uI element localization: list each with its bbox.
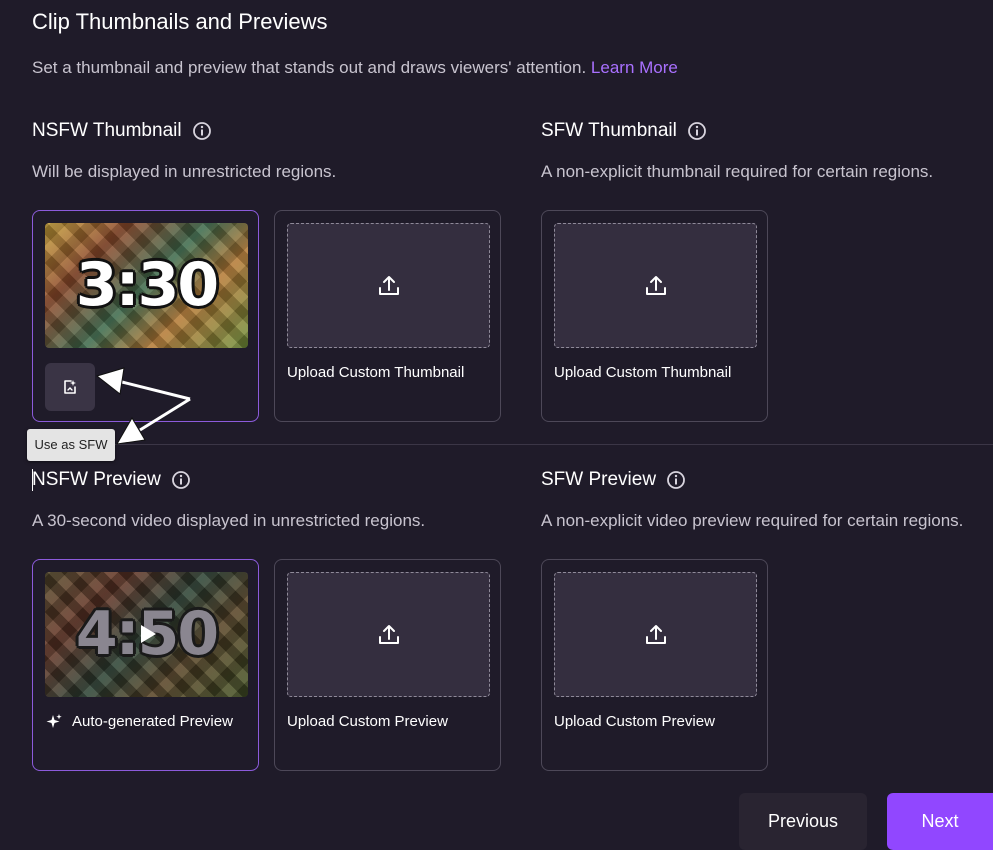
upload-dropzone[interactable] xyxy=(554,572,757,697)
upload-dropzone[interactable] xyxy=(287,223,490,348)
page-title: Clip Thumbnails and Previews xyxy=(32,9,328,34)
page-description-text: Set a thumbnail and preview that stands … xyxy=(32,58,587,77)
info-icon[interactable] xyxy=(687,121,707,141)
nsfw-preview-upload-card[interactable]: Upload Custom Preview xyxy=(274,559,501,771)
use-as-sfw-tooltip: Use as SFW xyxy=(27,429,115,461)
nsfw-thumbnail-title: NSFW Thumbnail xyxy=(32,120,182,141)
upload-custom-thumbnail-label: Upload Custom Thumbnail xyxy=(287,364,465,381)
section-divider xyxy=(32,444,993,445)
sfw-thumbnail-upload-card[interactable]: Upload Custom Thumbnail xyxy=(541,210,768,422)
nsfw-preview-title: NSFW Preview xyxy=(32,469,161,490)
image-sparkle-icon xyxy=(64,380,76,394)
page-description: Set a thumbnail and preview that stands … xyxy=(32,57,678,79)
play-icon[interactable] xyxy=(138,623,158,645)
upload-icon xyxy=(645,275,666,295)
sfw-preview-section-title: SFW Preview xyxy=(541,468,686,492)
nsfw-preview-description: A 30-second video displayed in unrestric… xyxy=(32,511,426,530)
sfw-preview-title: SFW Preview xyxy=(541,469,657,490)
sfw-preview-description: A non-explicit video preview required fo… xyxy=(541,511,964,530)
upload-dropzone[interactable] xyxy=(554,223,757,348)
upload-dropzone[interactable] xyxy=(287,572,490,697)
nsfw-thumbnail-upload-card[interactable]: Upload Custom Thumbnail xyxy=(274,210,501,422)
info-icon[interactable] xyxy=(192,121,212,141)
upload-icon xyxy=(645,624,666,644)
upload-custom-thumbnail-label: Upload Custom Thumbnail xyxy=(554,364,732,381)
nsfw-thumbnail-current-card[interactable]: 3:30 xyxy=(32,210,259,422)
text-cursor xyxy=(32,469,33,491)
upload-custom-preview-label: Upload Custom Preview xyxy=(287,713,448,730)
auto-generated-preview-text: Auto-generated Preview xyxy=(72,713,233,730)
previous-button[interactable]: Previous xyxy=(739,793,867,850)
sfw-thumbnail-title: SFW Thumbnail xyxy=(541,120,677,141)
sfw-thumbnail-section-title: SFW Thumbnail xyxy=(541,119,707,143)
upload-custom-preview-label: Upload Custom Preview xyxy=(554,713,715,730)
info-icon[interactable] xyxy=(171,470,191,490)
nsfw-preview-video[interactable]: 4:50 xyxy=(45,572,248,697)
nsfw-preview-current-card[interactable]: 4:50 Auto-generated Preview xyxy=(32,559,259,771)
nsfw-thumbnail-description: Will be displayed in unrestricted region… xyxy=(32,162,337,181)
use-as-sfw-button[interactable] xyxy=(45,363,95,411)
learn-more-link[interactable]: Learn More xyxy=(591,58,678,77)
sfw-thumbnail-description: A non-explicit thumbnail required for ce… xyxy=(541,162,934,181)
upload-icon xyxy=(378,275,399,295)
sparkle-icon xyxy=(46,714,62,728)
thumbnail-time-text: 3:30 xyxy=(75,250,219,320)
next-button[interactable]: Next xyxy=(887,793,993,850)
nsfw-preview-section-title: NSFW Preview xyxy=(32,468,191,492)
nsfw-thumbnail-image: 3:30 xyxy=(45,223,248,348)
upload-icon xyxy=(378,624,399,644)
sfw-preview-upload-card[interactable]: Upload Custom Preview xyxy=(541,559,768,771)
auto-generated-preview-label: Auto-generated Preview xyxy=(45,712,233,732)
nsfw-thumbnail-section-title: NSFW Thumbnail xyxy=(32,119,212,143)
info-icon[interactable] xyxy=(666,470,686,490)
